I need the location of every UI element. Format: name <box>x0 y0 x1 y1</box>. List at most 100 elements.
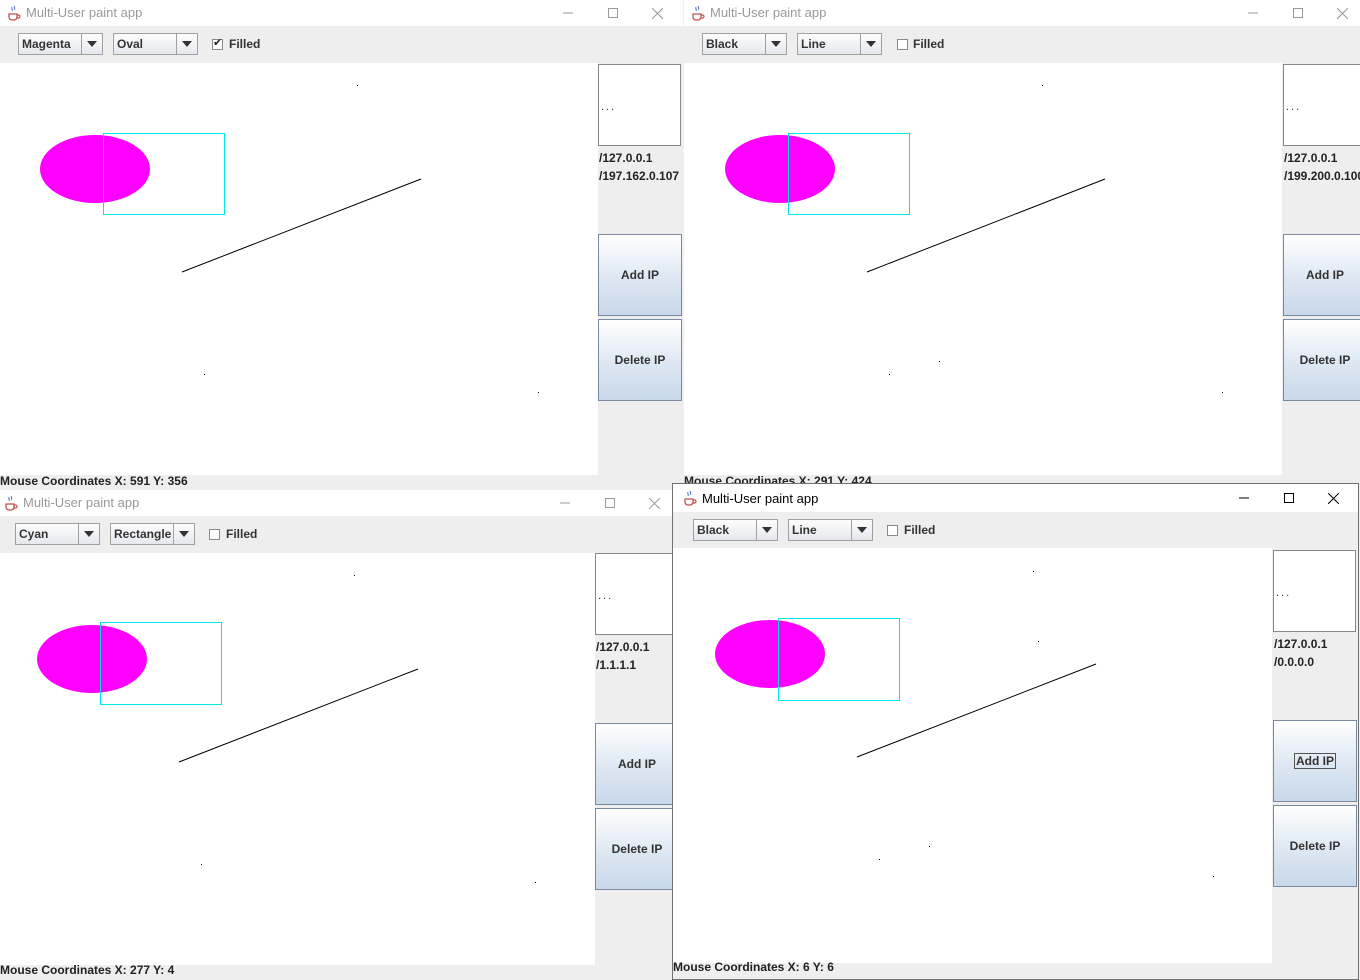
mouse-coordinates: Mouse Coordinates X: 277 Y: 4 <box>0 963 175 977</box>
close-button[interactable] <box>1311 484 1356 512</box>
delete-ip-button[interactable]: Delete IP <box>598 319 682 401</box>
add-ip-button[interactable]: Add IP <box>595 723 673 805</box>
add-ip-button[interactable]: Add IP <box>1283 234 1360 316</box>
drawing-canvas[interactable] <box>0 63 598 475</box>
line-shape <box>181 178 422 273</box>
delete-ip-button[interactable]: Delete IP <box>1283 319 1360 401</box>
add-ip-label: Add IP <box>1294 753 1336 769</box>
filled-checkbox[interactable]: ✔ <box>212 37 223 50</box>
dot-mark <box>939 361 940 362</box>
chevron-down-icon[interactable] <box>81 34 102 54</box>
line-shape <box>178 668 419 763</box>
title-bar[interactable]: Multi-User paint app <box>0 0 683 26</box>
shape-dropdown[interactable]: Line <box>788 519 873 541</box>
add-ip-button[interactable]: Add IP <box>598 234 682 316</box>
ip-list-placeholder: ... <box>598 590 614 602</box>
color-dropdown[interactable]: Cyan <box>15 523 100 545</box>
shape-dropdown[interactable]: Line <box>797 33 882 55</box>
oval-shape <box>715 620 825 688</box>
java-cup-icon <box>5 495 18 511</box>
window-title: Multi-User paint app <box>23 495 140 510</box>
dot-mark <box>929 846 930 847</box>
window-title: Multi-User paint app <box>702 491 819 506</box>
toolbar: Magenta Oval ✔ Filled <box>0 26 683 63</box>
dot-mark <box>204 374 205 375</box>
paint-window-1: Multi-User paint app Magenta Oval ✔ Fill… <box>0 0 683 490</box>
drawing-canvas[interactable] <box>0 553 595 965</box>
color-dropdown[interactable]: Black <box>702 33 787 55</box>
ip-list-box[interactable]: ... <box>1283 64 1360 146</box>
chevron-down-icon[interactable] <box>765 34 786 54</box>
drawing-canvas[interactable] <box>673 548 1272 963</box>
close-button[interactable] <box>1320 0 1360 26</box>
filled-checkbox[interactable] <box>897 39 908 50</box>
line-shape <box>856 663 1097 758</box>
maximize-icon <box>1283 493 1294 503</box>
minimize-button[interactable] <box>1221 484 1266 512</box>
add-ip-label: Add IP <box>621 268 659 282</box>
shape-dropdown[interactable]: Oval <box>113 33 198 55</box>
chevron-down-icon[interactable] <box>851 520 872 540</box>
ip-list-box[interactable]: ... <box>595 553 673 635</box>
color-value: Black <box>706 37 739 51</box>
chevron-down-icon[interactable] <box>860 34 881 54</box>
canvas-drawing <box>725 85 1223 393</box>
oval-shape <box>40 135 150 203</box>
chevron-down-icon[interactable] <box>173 524 194 544</box>
oval-shape <box>725 135 835 203</box>
title-bar[interactable]: Multi-User paint app <box>0 490 673 516</box>
filled-label: Filled <box>904 523 936 537</box>
color-dropdown[interactable]: Magenta <box>18 33 103 55</box>
filled-checkbox[interactable] <box>209 529 220 540</box>
ip-list-placeholder: ... <box>1276 587 1292 599</box>
maximize-icon <box>1292 8 1303 18</box>
drawing-canvas[interactable] <box>684 63 1282 475</box>
close-button[interactable] <box>635 0 680 26</box>
maximize-button[interactable] <box>1275 0 1320 26</box>
filled-checkbox[interactable] <box>887 525 898 536</box>
maximize-button[interactable] <box>590 0 635 26</box>
java-cup-icon <box>692 5 705 21</box>
delete-ip-button[interactable]: Delete IP <box>1273 805 1357 887</box>
add-ip-label: Add IP <box>1306 268 1344 282</box>
color-value: Cyan <box>19 527 49 541</box>
color-dropdown[interactable]: Black <box>693 519 778 541</box>
maximize-button[interactable] <box>587 490 632 516</box>
delete-ip-label: Delete IP <box>611 842 663 856</box>
shape-value: Oval <box>117 37 144 51</box>
chevron-down-icon[interactable] <box>78 524 99 544</box>
ip-address-item: /127.0.0.1 <box>1284 151 1338 165</box>
ip-list-box[interactable]: ... <box>1273 550 1356 632</box>
delete-ip-button[interactable]: Delete IP <box>595 808 673 890</box>
java-cup-icon <box>8 5 21 21</box>
paint-window-2: Multi-User paint app Black Line Filled .… <box>684 0 1360 484</box>
mouse-coordinates: Mouse Coordinates X: 6 Y: 6 <box>673 960 834 974</box>
maximize-button[interactable] <box>1266 484 1311 512</box>
chevron-down-icon[interactable] <box>756 520 777 540</box>
toolbar: Black Line Filled <box>684 26 1360 63</box>
close-icon <box>1337 7 1348 19</box>
checkmark-icon: ✔ <box>213 37 223 49</box>
close-icon <box>1328 492 1339 504</box>
close-button[interactable] <box>632 490 673 516</box>
add-ip-button[interactable]: Add IP <box>1273 720 1357 802</box>
dot-mark <box>357 85 358 86</box>
title-bar[interactable]: Multi-User paint app <box>673 484 1358 512</box>
dot-mark <box>1038 641 1039 642</box>
add-ip-label: Add IP <box>618 757 656 771</box>
title-bar[interactable]: Multi-User paint app <box>684 0 1360 26</box>
ip-address-item: /1.1.1.1 <box>596 658 637 672</box>
filled-label: Filled <box>226 527 258 541</box>
line-shape <box>866 178 1106 273</box>
chevron-down-icon[interactable] <box>176 34 197 54</box>
minimize-button[interactable] <box>545 0 590 26</box>
dot-mark <box>889 374 890 375</box>
shape-dropdown[interactable]: Rectangle <box>110 523 195 545</box>
minimize-button[interactable] <box>1230 0 1275 26</box>
shape-value: Line <box>801 37 826 51</box>
ip-list-box[interactable]: ... <box>598 64 681 146</box>
dot-mark <box>1222 392 1223 393</box>
paint-window-4: Multi-User paint app Black Line Filled .… <box>672 483 1359 980</box>
minimize-button[interactable] <box>542 490 587 516</box>
dot-mark <box>354 575 355 576</box>
